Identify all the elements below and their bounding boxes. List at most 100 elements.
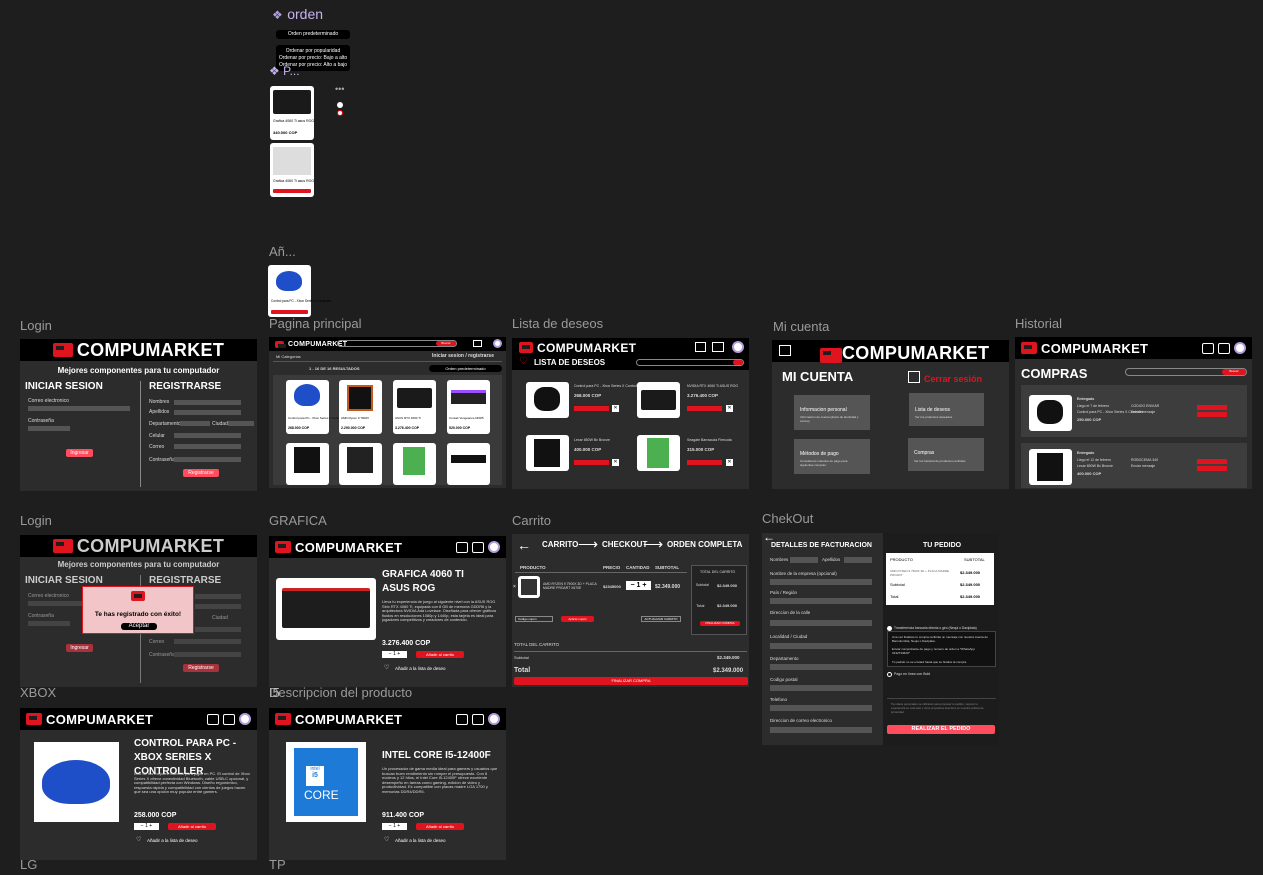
- product-card[interactable]: [447, 443, 490, 485]
- departamento-field[interactable]: [180, 421, 210, 426]
- account-tile-wishlist[interactable]: Lista de deseos Ver tus productos desead…: [909, 393, 984, 426]
- cart-icon[interactable]: [473, 340, 482, 347]
- default-order-dropdown[interactable]: Orden predeterminado: [276, 30, 350, 39]
- quantity-stepper[interactable]: − 1 +: [134, 823, 159, 830]
- product-card[interactable]: [286, 443, 329, 485]
- accept-button[interactable]: Aceptar: [121, 623, 157, 630]
- product-card[interactable]: [339, 443, 382, 485]
- user-avatar[interactable]: [493, 339, 502, 348]
- login-button[interactable]: Ingresar: [66, 644, 93, 652]
- telefono-field[interactable]: [770, 705, 872, 711]
- add-to-cart-button[interactable]: Añadir al carrito: [416, 651, 464, 658]
- login-button[interactable]: Ingresar: [66, 449, 93, 457]
- contrasena-field[interactable]: [174, 457, 241, 462]
- celular-field[interactable]: [174, 433, 241, 438]
- correo-field[interactable]: [174, 444, 241, 449]
- add-to-cart-button[interactable]: [271, 310, 308, 314]
- product-card[interactable]: Grafica 4060 Ti asus ROG 340.000 COP: [270, 86, 314, 140]
- back-arrow-icon[interactable]: ←: [517, 537, 531, 553]
- ciudad-field[interactable]: [228, 421, 254, 426]
- pais-field[interactable]: [770, 598, 872, 604]
- cart-icon[interactable]: [1218, 342, 1230, 354]
- logout-link[interactable]: Cerrar sesión: [924, 374, 982, 384]
- more-icon[interactable]: •••: [335, 84, 344, 94]
- remove-icon[interactable]: ×: [513, 584, 516, 590]
- home-icon[interactable]: [456, 713, 468, 725]
- direccion-field[interactable]: [770, 620, 872, 626]
- add-to-cart-button[interactable]: [574, 406, 609, 411]
- home-icon[interactable]: [207, 713, 219, 725]
- cart-icon[interactable]: [472, 541, 484, 553]
- add-to-cart-button[interactable]: [687, 460, 722, 465]
- search-bar[interactable]: Buscar: [337, 340, 457, 347]
- search-button[interactable]: Buscar: [436, 341, 456, 346]
- remove-icon[interactable]: ✕: [612, 405, 619, 412]
- product-card[interactable]: AMD Ryzen 9 7900X 2.290.000 COP: [339, 380, 382, 434]
- account-tile-payment[interactable]: Métodos de pago Consulta los métodos de …: [794, 439, 870, 474]
- add-to-cart-button[interactable]: Añadir al carrito: [168, 823, 216, 830]
- order-dropdown[interactable]: Orden predeterminado: [429, 365, 502, 372]
- heart-icon[interactable]: [337, 102, 343, 108]
- account-tile-personal[interactable]: Informacion personal Informacion de cuen…: [794, 395, 870, 430]
- cart-icon[interactable]: [223, 713, 235, 725]
- login-link[interactable]: Iniciar sesion / registrarse: [432, 353, 494, 359]
- postal-field[interactable]: [770, 685, 872, 691]
- sort-option[interactable]: Ordenar por precio: Bajo a alto: [276, 55, 350, 62]
- departamento-field[interactable]: [770, 664, 872, 670]
- add-to-cart-button[interactable]: [273, 189, 311, 193]
- product-card[interactable]: Grafica 4060 Ti asus ROG: [270, 143, 314, 197]
- form-field[interactable]: [195, 594, 241, 599]
- product-card[interactable]: Control para PC - Xbox Series X Controll…: [286, 380, 345, 434]
- user-avatar[interactable]: [488, 541, 500, 553]
- search-bar[interactable]: Buscar: [1125, 368, 1247, 376]
- apply-coupon-button[interactable]: Aplicar cupón: [561, 616, 594, 622]
- account-tile-purchases[interactable]: Compras Ver tus historial de productos r…: [908, 438, 984, 471]
- apellidos-field[interactable]: [174, 410, 241, 415]
- add-to-cart-button[interactable]: [574, 460, 609, 465]
- order-action-button[interactable]: [1197, 412, 1227, 417]
- nombres-field[interactable]: [174, 400, 241, 405]
- register-button[interactable]: Registrarse: [183, 469, 219, 477]
- home-icon[interactable]: [456, 541, 468, 553]
- password-field[interactable]: [28, 426, 70, 431]
- product-card[interactable]: [393, 443, 436, 485]
- form-field[interactable]: [174, 652, 241, 657]
- search-button[interactable]: Buscar: [1222, 369, 1246, 375]
- home-icon[interactable]: [779, 345, 791, 356]
- search-button[interactable]: [733, 360, 743, 365]
- coupon-field[interactable]: Código cupón: [515, 616, 553, 622]
- form-field[interactable]: [195, 627, 241, 632]
- add-to-wishlist-link[interactable]: Añadir a la lista de deseo: [395, 666, 446, 671]
- email-field[interactable]: [28, 406, 130, 411]
- add-to-wishlist-link[interactable]: Añadir a la lista de deseo: [147, 838, 198, 843]
- empresa-field[interactable]: [770, 579, 872, 585]
- order-action-button[interactable]: [1197, 405, 1227, 410]
- remove-icon[interactable]: ✕: [726, 459, 733, 466]
- add-to-cart-button[interactable]: Añadir al carrito: [416, 823, 464, 830]
- quantity-stepper[interactable]: − 1 +: [626, 581, 651, 590]
- update-cart-button[interactable]: ACTUALIZAR CARRITO: [641, 616, 681, 622]
- user-avatar[interactable]: [732, 341, 744, 353]
- finalize-button[interactable]: FINALIZAR COMPRA: [514, 677, 748, 685]
- add-to-wishlist-link[interactable]: Añadir a la lista de deseo: [395, 838, 446, 843]
- nombres-field[interactable]: [790, 557, 818, 563]
- logout-icon[interactable]: [908, 371, 920, 383]
- quantity-stepper[interactable]: − 1 +: [382, 823, 407, 830]
- search-bar[interactable]: [636, 359, 744, 366]
- correo-field[interactable]: [770, 727, 872, 733]
- product-card[interactable]: Control para PC - Xbox Series X Controll…: [268, 265, 332, 317]
- order-action-button[interactable]: [1197, 466, 1227, 471]
- apellidos-field[interactable]: [844, 557, 872, 563]
- categories-menu[interactable]: Mi Categorias: [276, 354, 301, 359]
- heart-icon[interactable]: [337, 110, 343, 116]
- sort-option[interactable]: Ordenar por popularidad: [276, 48, 350, 55]
- remove-icon[interactable]: ✕: [612, 459, 619, 466]
- order-action-button[interactable]: [1197, 459, 1227, 464]
- password-field[interactable]: [28, 621, 70, 626]
- localidad-field[interactable]: [770, 643, 872, 649]
- product-card[interactable]: Corsair Vengeance DDR5 520.000 COP: [447, 380, 490, 434]
- home-icon[interactable]: [1202, 342, 1214, 354]
- place-order-button[interactable]: REALIZAR EL PEDIDO: [887, 725, 995, 734]
- remove-icon[interactable]: ✕: [726, 405, 733, 412]
- home-icon[interactable]: [695, 342, 706, 352]
